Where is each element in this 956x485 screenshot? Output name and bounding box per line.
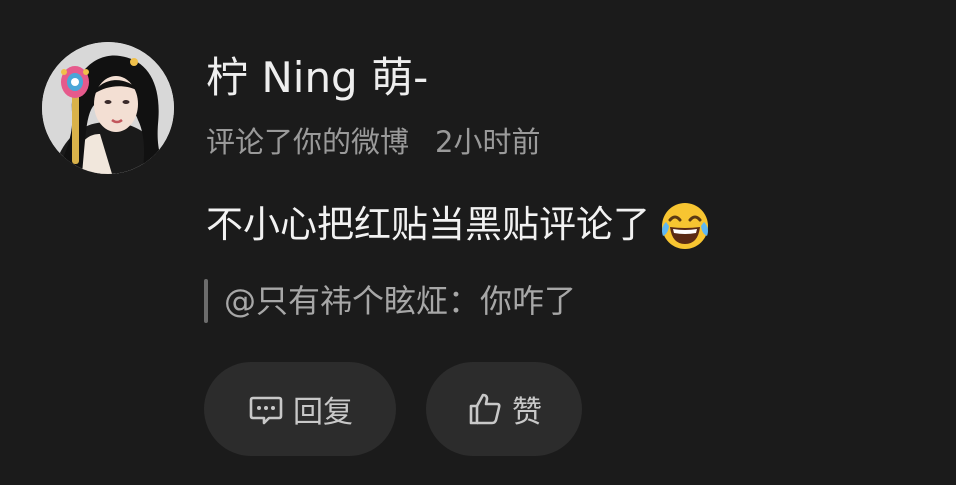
- notification-meta: 评论了你的微博 2小时前: [206, 122, 540, 162]
- thumbs-up-icon: [466, 390, 504, 428]
- like-button[interactable]: 赞: [426, 362, 582, 456]
- reply-button[interactable]: 回复: [204, 362, 396, 456]
- reply-label: 回复: [293, 395, 353, 430]
- like-label: 赞: [512, 395, 542, 430]
- comment-body: 不小心把红贴当黑贴评论了: [206, 198, 712, 252]
- laughing-crying-emoji-icon: [658, 198, 712, 252]
- username[interactable]: 柠 Ning 萌-: [206, 52, 428, 104]
- avatar[interactable]: [42, 42, 174, 174]
- comment-text: 不小心把红贴当黑贴评论了: [206, 203, 650, 246]
- quote-bar: [204, 279, 208, 323]
- timestamp: 2小时前: [435, 125, 541, 159]
- quoted-comment[interactable]: @只有祎个眩炡：你咋了: [204, 277, 576, 325]
- notification-item[interactable]: 柠 Ning 萌- 评论了你的微博 2小时前 不小心把红贴当黑贴评论了 @只有祎个…: [0, 0, 956, 485]
- quote-text: @只有祎个眩炡：你咋了: [224, 282, 577, 320]
- avatar-image: [42, 42, 174, 174]
- comment-bubble-icon: [247, 390, 285, 428]
- action-text: 评论了你的微博: [206, 125, 410, 159]
